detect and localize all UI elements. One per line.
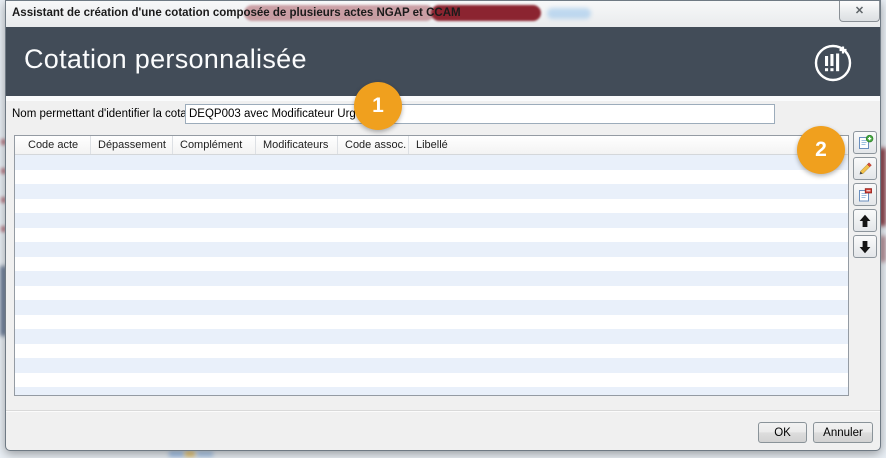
acts-table: Code acte Dépassement Complément Modific… — [14, 135, 849, 396]
title-bar: Assistant de création d'une cotation com… — [6, 1, 880, 27]
table-header-row: Code acte Dépassement Complément Modific… — [15, 136, 848, 155]
document-remove-icon — [857, 186, 874, 203]
footer-divider — [6, 410, 880, 412]
cotation-plus-icon — [812, 40, 856, 84]
column-header-libelle[interactable]: Libellé — [409, 136, 848, 154]
close-icon: ✕ — [855, 6, 864, 17]
header-band: Cotation personnalisée — [6, 27, 880, 96]
column-header-code-acte[interactable]: Code acte — [15, 136, 91, 154]
column-header-depassement[interactable]: Dépassement — [91, 136, 173, 154]
add-act-button[interactable] — [853, 131, 877, 154]
table-row[interactable] — [15, 300, 848, 315]
edit-act-button[interactable] — [853, 157, 877, 180]
cotation-name-input[interactable] — [185, 104, 775, 124]
table-row[interactable] — [15, 286, 848, 301]
background-artifact — [197, 451, 213, 457]
close-button[interactable]: ✕ — [839, 1, 880, 22]
table-row[interactable] — [15, 184, 848, 199]
cancel-button[interactable]: Annuler — [813, 422, 873, 443]
annotation-badge-2: 2 — [797, 126, 845, 174]
table-row[interactable] — [15, 199, 848, 214]
table-row[interactable] — [15, 257, 848, 272]
document-add-icon — [857, 134, 874, 151]
move-down-button[interactable] — [853, 235, 877, 258]
table-row[interactable] — [15, 242, 848, 257]
window-title: Assistant de création d'une cotation com… — [12, 7, 461, 19]
table-row[interactable] — [15, 271, 848, 286]
table-row[interactable] — [15, 358, 848, 373]
table-row[interactable] — [15, 170, 848, 185]
arrow-down-icon — [857, 239, 873, 255]
cotation-name-label: Nom permettant d'identifier la cotation … — [12, 108, 212, 120]
arrow-up-icon — [857, 213, 873, 229]
page-title: Cotation personnalisée — [24, 44, 307, 75]
table-row[interactable] — [15, 315, 848, 330]
redaction-blur — [547, 8, 591, 19]
move-up-button[interactable] — [853, 209, 877, 232]
table-row[interactable] — [15, 213, 848, 228]
column-header-complement[interactable]: Complément — [173, 136, 256, 154]
table-row[interactable] — [15, 228, 848, 243]
background-artifact — [169, 451, 184, 457]
table-body — [15, 155, 848, 396]
background-artifact — [185, 451, 195, 457]
screen: Assistant de création d'une cotation com… — [0, 0, 886, 458]
table-row[interactable] — [15, 329, 848, 344]
column-header-modificateurs[interactable]: Modificateurs — [256, 136, 338, 154]
remove-act-button[interactable] — [853, 183, 877, 206]
band-bottom-strip — [6, 96, 880, 101]
column-header-code-assoc[interactable]: Code assoc. — [338, 136, 409, 154]
pencil-icon — [857, 160, 874, 177]
table-row[interactable] — [15, 373, 848, 388]
ok-button[interactable]: OK — [758, 422, 807, 443]
table-row[interactable] — [15, 344, 848, 359]
dialog-window: Assistant de création d'une cotation com… — [5, 0, 881, 451]
acts-toolbar — [853, 131, 879, 258]
table-row[interactable] — [15, 155, 848, 170]
table-row[interactable] — [15, 387, 848, 396]
annotation-badge-1: 1 — [354, 82, 402, 130]
